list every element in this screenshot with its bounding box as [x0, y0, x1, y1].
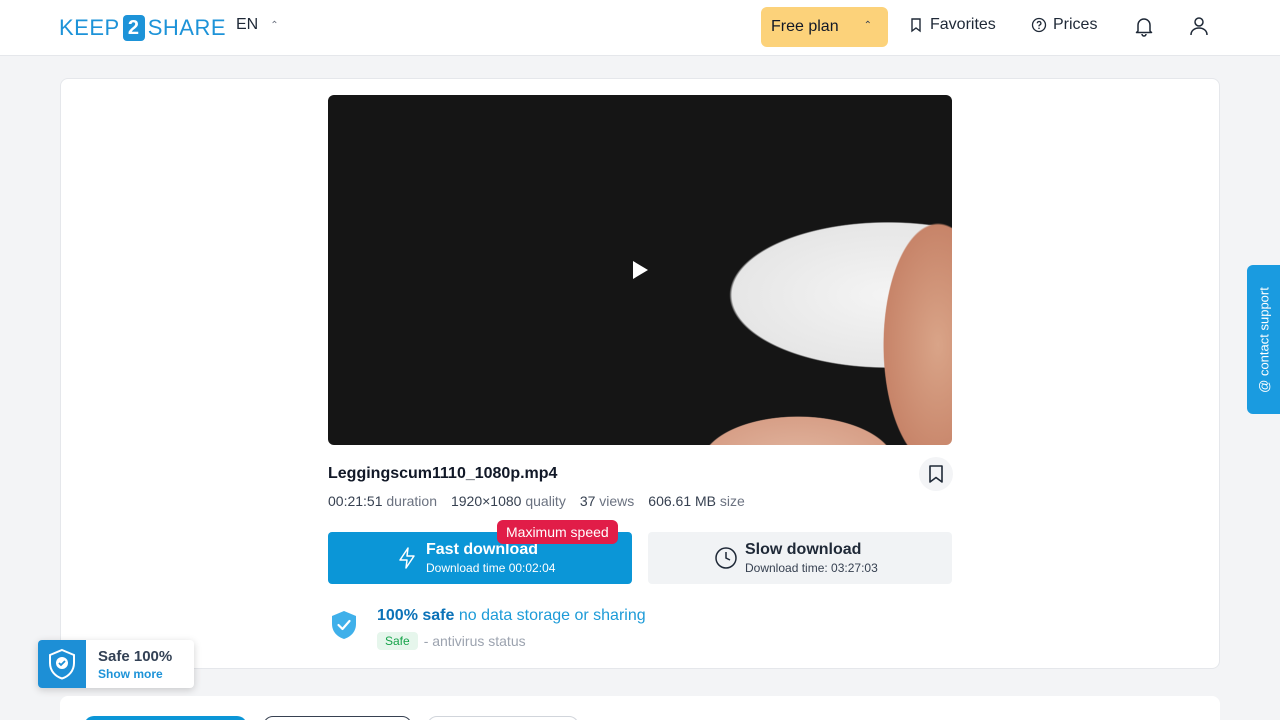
meta-views: 37 views	[579, 493, 635, 509]
safe-widget[interactable]: Safe 100% Show more	[38, 640, 194, 688]
meta-size: 606.61 MB size	[648, 493, 745, 509]
antivirus-status-label: - antivirus status	[423, 633, 526, 649]
safety-statement: 100% safe no data storage or sharing	[377, 607, 646, 624]
logo-text-right: SHARE	[147, 15, 226, 40]
clock-icon	[715, 547, 737, 569]
chevron-up-icon: ⌃	[863, 20, 872, 31]
tab-pill[interactable]	[263, 716, 412, 720]
bell-icon	[1135, 18, 1153, 37]
logo-number: 2	[122, 15, 145, 41]
bookmark-button[interactable]	[919, 457, 953, 491]
slow-download-time: Download time: 03:27:03	[745, 561, 878, 575]
slow-download-button[interactable]: Slow download Download time: 03:27:03	[648, 532, 952, 584]
file-meta: 00:21:51 duration 1920×1080 quality 37 v…	[328, 493, 745, 509]
fast-download-time: Download time 00:02:04	[426, 561, 556, 575]
language-selector[interactable]: EN ⌃	[236, 16, 279, 34]
safe-widget-title: Safe 100%	[98, 648, 173, 665]
shield-check-icon	[49, 648, 75, 680]
nav-prices[interactable]: Prices	[1031, 16, 1097, 34]
account-button[interactable]	[1187, 14, 1211, 38]
play-icon[interactable]	[633, 261, 648, 279]
file-name: Leggingscum1110_1080p.mp4	[328, 465, 558, 482]
language-label: EN	[236, 16, 259, 33]
site-logo[interactable]: KEEP 2 SHARE	[59, 14, 226, 42]
safe-badge: Safe	[377, 632, 418, 650]
contact-support-tab[interactable]: @ contact support	[1247, 265, 1280, 414]
bookmark-icon	[911, 18, 921, 33]
meta-quality: 1920×1080 quality	[450, 493, 566, 509]
user-icon	[1190, 17, 1208, 36]
logo-text-left: KEEP	[59, 15, 120, 40]
lightning-icon	[399, 547, 415, 569]
max-speed-badge: Maximum speed	[497, 520, 618, 544]
chevron-up-icon: ⌃	[270, 19, 279, 31]
bookmark-icon	[929, 465, 943, 483]
safe-widget-link[interactable]: Show more	[98, 667, 163, 681]
nav-prices-label: Prices	[1053, 16, 1098, 33]
top-header: KEEP 2 SHARE EN ⌃ Free plan ⌃ Favorites Pr…	[0, 0, 1280, 56]
plan-label: Free plan	[771, 18, 839, 35]
plan-button[interactable]: Free plan ⌃	[761, 7, 888, 47]
shield-check-icon	[332, 611, 356, 639]
safe-widget-icon-box	[38, 640, 86, 688]
meta-duration: 00:21:51 duration	[328, 493, 437, 509]
slow-download-title: Slow download	[745, 541, 862, 558]
notifications-button[interactable]	[1132, 14, 1156, 38]
question-circle-icon	[1031, 17, 1047, 33]
nav-favorites[interactable]: Favorites	[908, 16, 996, 34]
nav-favorites-label: Favorites	[930, 16, 996, 33]
tab-pill-active[interactable]	[84, 716, 247, 720]
antivirus-status: Safe - antivirus status	[377, 632, 526, 650]
contact-support-label: @ contact support	[1256, 286, 1271, 393]
tab-pill[interactable]	[427, 716, 579, 720]
